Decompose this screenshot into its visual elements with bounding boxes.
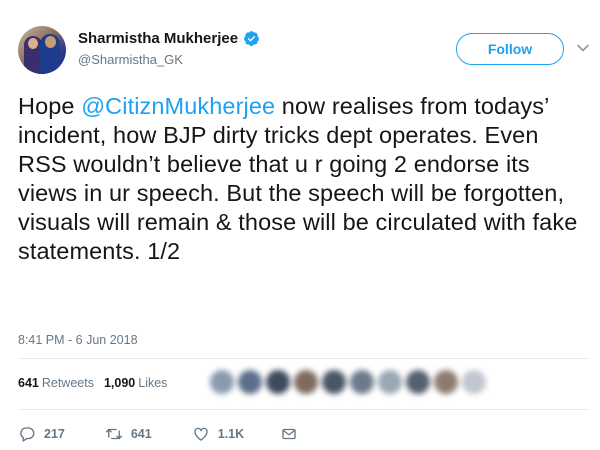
reply-icon (20, 427, 35, 442)
avatar[interactable] (18, 26, 66, 74)
retweet-icon (105, 428, 123, 440)
like-count: 1.1K (217, 427, 245, 441)
retweets-stat-label: Retweets (41, 376, 94, 390)
action-bar: 217 641 1.1K (18, 425, 298, 443)
like-icon (194, 427, 208, 441)
divider (18, 358, 590, 359)
retweets-stat[interactable]: 641 Retweets (18, 376, 94, 390)
tweet-text: Hope @CitiznMukherjee now realises from … (18, 92, 590, 266)
author-name[interactable]: Sharmistha Mukherjee (78, 30, 238, 47)
likes-stat-label: Likes (138, 376, 168, 390)
liker-avatars (210, 365, 590, 399)
retweets-stat-count: 641 (18, 376, 39, 390)
reply-button[interactable]: 217 (18, 425, 65, 443)
tweet-text-prefix: Hope (18, 93, 82, 119)
divider (18, 409, 590, 410)
follow-button[interactable]: Follow (456, 33, 564, 65)
author-handle[interactable]: @Sharmistha_GK (78, 52, 183, 67)
likes-stat-count: 1,090 (103, 376, 136, 390)
retweet-button[interactable]: 641 (105, 425, 152, 443)
direct-message-icon (282, 428, 296, 440)
reply-count: 217 (44, 427, 65, 441)
tweet-timestamp[interactable]: 8:41 PM - 6 Jun 2018 (18, 333, 138, 347)
verified-badge-icon (244, 31, 259, 46)
retweet-count: 641 (130, 427, 152, 441)
direct-message-button[interactable] (280, 425, 298, 443)
author-name-row[interactable]: Sharmistha Mukherjee (78, 30, 260, 47)
chevron-down-icon[interactable] (576, 41, 590, 55)
tweet-stats: 641 Retweets 1,090 Likes (18, 376, 167, 390)
like-button[interactable]: 1.1K (192, 425, 244, 443)
likes-stat[interactable]: 1,090 Likes (104, 376, 167, 390)
mention-link[interactable]: @CitiznMukherjee (81, 93, 275, 119)
